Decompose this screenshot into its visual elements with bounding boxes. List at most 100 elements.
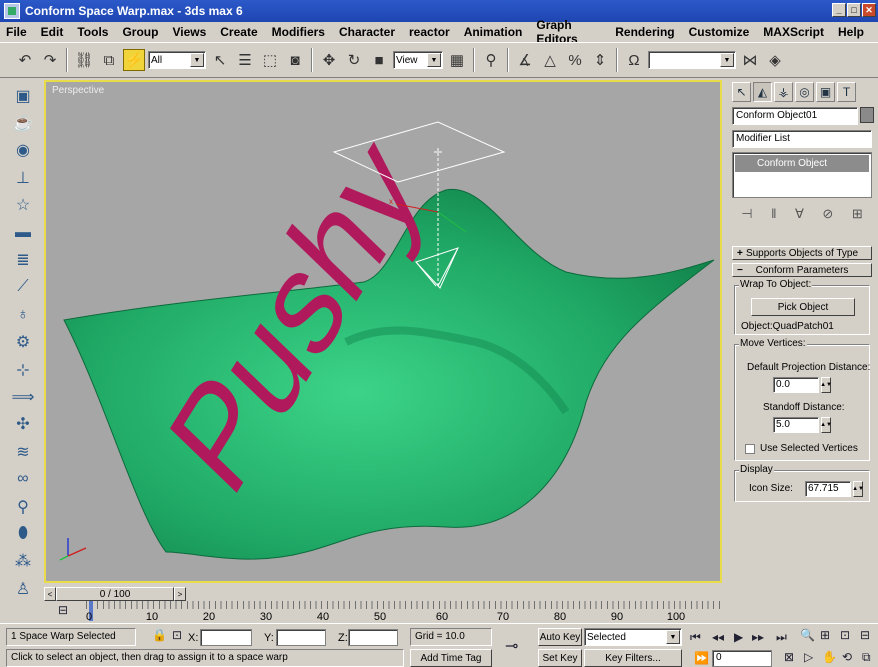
configure-sets-icon[interactable]: ⊞ bbox=[852, 206, 863, 222]
arc-rotate-icon[interactable]: ⟲ bbox=[842, 650, 852, 664]
icon-size-spinner[interactable]: 67.715 ▲▼ bbox=[805, 481, 864, 497]
select-and-rotate-icon[interactable]: ↻ bbox=[343, 49, 365, 71]
checkbox-box[interactable] bbox=[745, 443, 755, 454]
edit-named-selections-icon[interactable]: Ω bbox=[623, 49, 645, 71]
reference-coordinate-dropdown[interactable]: View ▼ bbox=[393, 51, 443, 69]
field-of-view-icon[interactable]: ▷ bbox=[804, 650, 813, 664]
select-and-move-icon[interactable]: ✥ bbox=[318, 49, 340, 71]
figure-icon[interactable]: ♙ bbox=[16, 575, 30, 602]
curve-editor-icon[interactable]: ⊟ bbox=[58, 603, 68, 617]
menu-rendering[interactable]: Rendering bbox=[615, 25, 674, 39]
rectangular-selection-icon[interactable]: ⬚ bbox=[259, 49, 281, 71]
close-button[interactable]: ✕ bbox=[862, 3, 876, 17]
display-tab-icon[interactable]: ▣ bbox=[816, 82, 835, 102]
object-name-field[interactable]: Conform Object01 bbox=[732, 107, 858, 125]
motion-tab-icon[interactable]: ◎ bbox=[795, 82, 814, 102]
rollout-conform-parameters[interactable]: − Conform Parameters bbox=[732, 263, 872, 277]
spinner-arrows-icon[interactable]: ▲▼ bbox=[852, 481, 864, 497]
minimize-button[interactable]: _ bbox=[832, 3, 846, 17]
menu-animation[interactable]: Animation bbox=[464, 25, 523, 39]
gear-icon[interactable]: ⚙ bbox=[16, 329, 30, 356]
hierarchy-tab-icon[interactable]: ⚶ bbox=[774, 82, 793, 102]
y-coordinate-field[interactable] bbox=[276, 629, 326, 646]
mirror-icon[interactable]: ⋈ bbox=[739, 49, 761, 71]
menu-help[interactable]: Help bbox=[838, 25, 864, 39]
use-selected-vertices-checkbox[interactable]: Use Selected Vertices bbox=[745, 443, 858, 454]
maximize-button[interactable]: □ bbox=[847, 3, 861, 17]
stack-icon[interactable]: ≣ bbox=[16, 246, 29, 273]
teapot-icon[interactable]: ☕ bbox=[13, 109, 33, 136]
modify-tab-icon[interactable]: ◭ bbox=[753, 82, 772, 102]
zoom-all-icon[interactable]: ⊞ bbox=[820, 628, 830, 642]
select-by-name-icon[interactable]: ☰ bbox=[234, 49, 256, 71]
wave-icon[interactable]: ≋ bbox=[16, 438, 29, 465]
key-mode-icon[interactable]: ⊸ bbox=[505, 636, 518, 656]
maximize-viewport-icon[interactable]: ⧉ bbox=[862, 650, 871, 665]
absolute-mode-icon[interactable]: ⊡ bbox=[172, 628, 182, 642]
viewport-label[interactable]: Perspective bbox=[52, 85, 104, 96]
auto-key-button[interactable]: Auto Key bbox=[538, 628, 582, 646]
stack-item-conform-object[interactable]: Conform Object bbox=[735, 155, 869, 172]
time-slider-right-arrow[interactable]: > bbox=[174, 587, 186, 601]
angle-snap-icon[interactable]: △ bbox=[539, 49, 561, 71]
zoom-extents-all-icon[interactable]: ⊟ bbox=[860, 628, 870, 642]
biped-icon[interactable]: ⚲ bbox=[17, 493, 29, 520]
next-frame-icon[interactable]: ▸▸ bbox=[752, 630, 764, 644]
menu-modifiers[interactable]: Modifiers bbox=[272, 25, 325, 39]
default-projection-spinner[interactable]: 0.0 ▲▼ bbox=[773, 377, 832, 393]
select-and-link-icon[interactable]: ⛓ bbox=[73, 49, 95, 71]
align-icon[interactable]: ◈ bbox=[764, 49, 786, 71]
light-icon[interactable]: ♁ bbox=[17, 301, 29, 328]
menu-group[interactable]: Group bbox=[122, 25, 158, 39]
menu-tools[interactable]: Tools bbox=[77, 25, 108, 39]
x-coordinate-field[interactable] bbox=[200, 629, 252, 646]
perspective-viewport[interactable]: Perspective Pushy x bbox=[44, 80, 722, 583]
menu-edit[interactable]: Edit bbox=[41, 25, 64, 39]
key-mode-toggle-icon[interactable]: ⏩ bbox=[694, 651, 709, 665]
pick-object-button[interactable]: Pick Object bbox=[751, 298, 855, 316]
current-frame-field[interactable]: 0 bbox=[712, 650, 772, 667]
show-end-result-icon[interactable]: ‖ bbox=[771, 206, 776, 222]
box-icon[interactable]: ▬ bbox=[15, 219, 31, 246]
redo-icon[interactable]: ↷ bbox=[39, 49, 61, 71]
zoom-extents-icon[interactable]: ⊡ bbox=[840, 628, 850, 642]
spray-icon[interactable]: ⁂ bbox=[15, 548, 31, 575]
time-slider-left-arrow[interactable]: < bbox=[44, 587, 56, 601]
time-slider-thumb[interactable]: 0 / 100 bbox=[56, 587, 174, 601]
go-to-start-icon[interactable]: ⏮ bbox=[690, 630, 701, 645]
utilities-tab-icon[interactable]: T bbox=[837, 82, 856, 102]
zoom-icon[interactable]: 🔍 bbox=[800, 628, 815, 642]
rollout-supports-objects[interactable]: + Supports Objects of Type bbox=[732, 246, 872, 260]
helper-icon[interactable]: ⊥ bbox=[16, 164, 30, 191]
modifier-stack[interactable]: Conform Object bbox=[732, 152, 872, 198]
named-selection-dropdown[interactable]: ▼ bbox=[648, 51, 736, 69]
select-object-icon[interactable]: ↖ bbox=[209, 49, 231, 71]
sphere-icon[interactable]: ◉ bbox=[16, 137, 30, 164]
shape-icon[interactable]: ⟋ bbox=[17, 274, 28, 301]
z-coordinate-field[interactable] bbox=[348, 629, 398, 646]
menu-maxscript[interactable]: MAXScript bbox=[763, 25, 824, 39]
bind-to-space-warp-icon[interactable]: ⚡ bbox=[123, 49, 145, 71]
cylinder-icon[interactable]: ⬮ bbox=[18, 520, 28, 547]
track-bar[interactable]: 0 10 20 30 40 50 60 70 80 90 100 bbox=[86, 601, 722, 623]
selection-filter-dropdown[interactable]: All ▼ bbox=[148, 51, 206, 69]
pin-stack-icon[interactable]: ⊣ bbox=[741, 206, 752, 222]
key-mode-dropdown[interactable]: Selected ▼ bbox=[584, 628, 682, 646]
go-to-end-icon[interactable]: ⏭ bbox=[776, 630, 787, 645]
snap-toggle-icon[interactable]: ∡ bbox=[514, 49, 536, 71]
select-and-scale-icon[interactable]: ■ bbox=[368, 49, 390, 71]
percent-snap-icon[interactable]: % bbox=[564, 49, 586, 71]
remove-modifier-icon[interactable]: ⊘ bbox=[822, 206, 833, 222]
previous-frame-icon[interactable]: ◂◂ bbox=[712, 630, 724, 644]
window-crossing-icon[interactable]: ◙ bbox=[284, 49, 306, 71]
modifier-list-dropdown[interactable]: Modifier List bbox=[732, 130, 872, 148]
spinner-arrows-icon[interactable]: ▲▼ bbox=[820, 417, 832, 433]
menu-customize[interactable]: Customize bbox=[689, 25, 750, 39]
menu-character[interactable]: Character bbox=[339, 25, 395, 39]
object-color-swatch[interactable] bbox=[860, 107, 874, 123]
star-icon[interactable]: ☆ bbox=[16, 192, 30, 219]
time-config-icon[interactable]: ⊠ bbox=[784, 650, 794, 664]
unlink-icon[interactable]: ⧉ bbox=[98, 49, 120, 71]
camera-icon[interactable]: ⊹ bbox=[16, 356, 29, 383]
play-icon[interactable]: ▶ bbox=[734, 630, 743, 644]
